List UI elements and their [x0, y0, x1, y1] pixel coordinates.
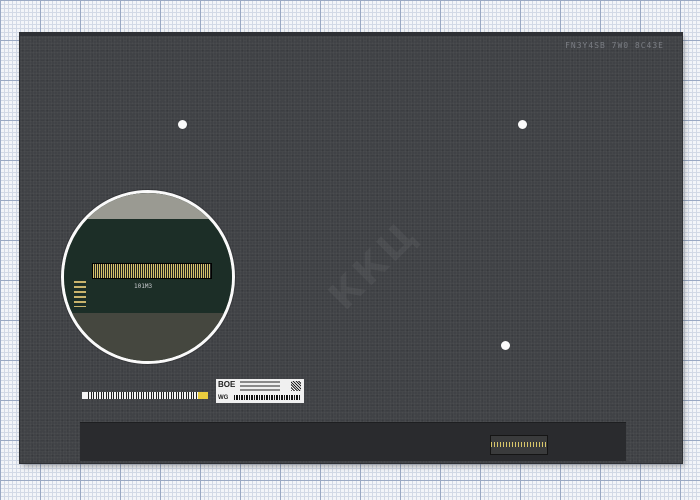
barcode-strip: [82, 392, 208, 399]
label-logo: BOE: [218, 380, 236, 389]
label-text-lines: [240, 381, 280, 393]
edp-connector: [490, 435, 548, 455]
pcb-board: 101M3: [64, 193, 232, 361]
watermark: ККЦ: [320, 211, 427, 319]
connector-zoom-inset: 101M3: [61, 190, 235, 364]
pcb-tape: [64, 313, 232, 361]
pcb-pads: [74, 281, 86, 307]
zoomed-connector: [92, 263, 212, 279]
product-label: BOE WG: [216, 379, 304, 403]
mounting-hole: [501, 341, 510, 350]
label-barcode: [234, 395, 300, 400]
pcb-marking: 101M3: [134, 283, 153, 290]
pcb-shield: [64, 193, 232, 219]
label-prefix: WG: [218, 395, 229, 401]
qr-code-icon: [291, 381, 301, 391]
panel-top-edge: [20, 33, 682, 36]
panel-serial-text: FN3Y4SB 7W0 8C43E: [565, 41, 664, 50]
mounting-hole: [518, 120, 527, 129]
mounting-hole: [178, 120, 187, 129]
bottom-bezel: [80, 422, 626, 461]
